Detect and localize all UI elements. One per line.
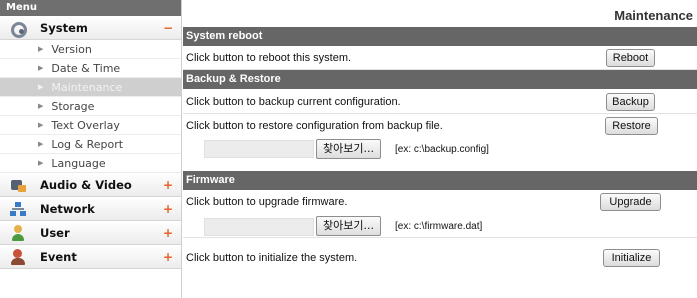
expand-icon[interactable]: + xyxy=(163,250,173,264)
sidebar-item-language[interactable]: ▶ Language xyxy=(0,154,181,173)
title-bar: Maintenance xyxy=(183,0,697,27)
audio-video-icon xyxy=(10,177,26,193)
system-gear-icon xyxy=(10,20,27,38)
page-title: Maintenance xyxy=(614,8,693,23)
menu-header: Menu xyxy=(0,0,181,16)
triangle-right-icon: ▶ xyxy=(38,102,44,110)
restore-file-input[interactable] xyxy=(204,140,314,158)
initialize-button[interactable]: Initialize xyxy=(603,249,660,267)
restore-description: Click button to restore configuration fr… xyxy=(186,120,443,132)
firmware-description: Click button to upgrade firmware. xyxy=(186,196,348,208)
sidebar-category-label: Audio & Video xyxy=(40,177,132,192)
sidebar-item-log-report[interactable]: ▶ Log & Report xyxy=(0,135,181,154)
firmware-file-input[interactable] xyxy=(204,218,314,236)
reboot-row: Click button to reboot this system. Rebo… xyxy=(183,46,697,70)
sidebar-item-date-time[interactable]: ▶ Date & Time xyxy=(0,59,181,78)
main-panel: Maintenance System reboot Click button t… xyxy=(183,0,697,298)
collapse-icon[interactable]: − xyxy=(163,21,173,35)
sidebar-category-label: Network xyxy=(40,201,95,216)
triangle-right-icon: ▶ xyxy=(38,140,44,148)
backup-row: Click button to backup current configura… xyxy=(183,89,697,114)
event-icon xyxy=(10,248,26,265)
sidebar-item-label: Log & Report xyxy=(51,137,124,151)
expand-icon[interactable]: + xyxy=(163,202,173,216)
triangle-right-icon: ▶ xyxy=(38,121,44,129)
sidebar-category-audio-video[interactable]: Audio & Video + xyxy=(0,173,181,197)
sidebar-category-system[interactable]: System − xyxy=(0,16,181,40)
sidebar-item-label: Text Overlay xyxy=(51,118,120,132)
sidebar-category-user[interactable]: User + xyxy=(0,221,181,245)
backup-button[interactable]: Backup xyxy=(606,93,655,111)
triangle-right-icon: ▶ xyxy=(38,83,44,91)
restore-row: Click button to restore configuration fr… xyxy=(183,114,697,162)
triangle-right-icon: ▶ xyxy=(38,159,44,167)
reboot-description: Click button to reboot this system. xyxy=(186,52,352,64)
restore-file-hint: [ex: c:\backup.config] xyxy=(395,144,489,155)
sidebar-item-label: Storage xyxy=(51,99,95,113)
section-header-system-reboot: System reboot xyxy=(183,27,697,46)
upgrade-button[interactable]: Upgrade xyxy=(600,193,661,211)
user-icon xyxy=(10,224,26,241)
restore-browse-button[interactable]: 찾아보기... xyxy=(316,139,381,159)
reboot-button[interactable]: Reboot xyxy=(606,49,655,67)
backup-description: Click button to backup current configura… xyxy=(186,96,401,108)
triangle-right-icon: ▶ xyxy=(38,45,44,53)
triangle-right-icon: ▶ xyxy=(38,64,44,72)
restore-button[interactable]: Restore xyxy=(605,117,658,135)
sidebar-item-label: Language xyxy=(51,156,106,170)
firmware-row: Click button to upgrade firmware. Upgrad… xyxy=(183,190,697,238)
sidebar-item-text-overlay[interactable]: ▶ Text Overlay xyxy=(0,116,181,135)
sidebar-category-label: Event xyxy=(40,249,77,264)
expand-icon[interactable]: + xyxy=(163,178,173,192)
sidebar-category-label: System xyxy=(40,20,88,35)
sidebar-category-label: User xyxy=(40,225,70,240)
sidebar-item-storage[interactable]: ▶ Storage xyxy=(0,97,181,116)
sidebar-item-label: Version xyxy=(51,42,92,56)
sidebar-item-version[interactable]: ▶ Version xyxy=(0,40,181,59)
sidebar-category-network[interactable]: Network + xyxy=(0,197,181,221)
firmware-browse-button[interactable]: 찾아보기... xyxy=(316,216,381,236)
section-header-firmware: Firmware xyxy=(183,171,697,190)
sidebar-item-label: Maintenance xyxy=(51,80,123,94)
expand-icon[interactable]: + xyxy=(163,226,173,240)
network-icon xyxy=(10,201,26,217)
sidebar-item-maintenance[interactable]: ▶ Maintenance xyxy=(0,78,181,97)
sidebar-item-label: Date & Time xyxy=(51,61,121,75)
sidebar-category-event[interactable]: Event + xyxy=(0,245,181,269)
sidebar: Menu System − ▶ Version ▶ Date & Time ▶ … xyxy=(0,0,182,298)
section-header-backup-restore: Backup & Restore xyxy=(183,70,697,89)
initialize-row: Click button to initialize the system. I… xyxy=(183,238,697,268)
firmware-file-hint: [ex: c:\firmware.dat] xyxy=(395,221,483,232)
initialize-description: Click button to initialize the system. xyxy=(186,252,358,264)
